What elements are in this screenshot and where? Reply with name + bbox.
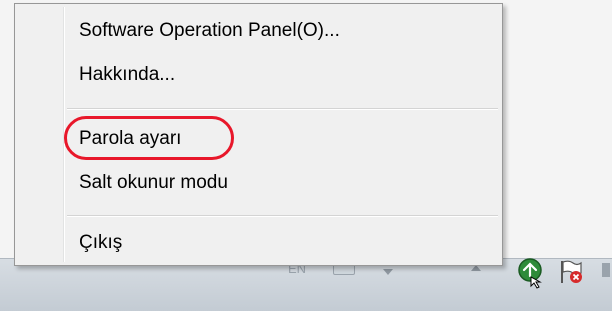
scanner-tray-icon[interactable] xyxy=(513,255,547,289)
menu-item-password-setting[interactable]: Parola ayarı xyxy=(18,119,499,159)
menu-item-label: Hakkında... xyxy=(79,64,176,85)
menu-item-label: Software Operation Panel(O)... xyxy=(79,20,340,41)
partial-tray-icon[interactable] xyxy=(600,259,612,285)
menu-separator xyxy=(67,215,498,217)
menu-item-software-operation-panel[interactable]: Software Operation Panel(O)... xyxy=(18,11,499,51)
menu-item-about[interactable]: Hakkında... xyxy=(18,55,499,95)
chevron-down-icon[interactable] xyxy=(383,269,393,275)
menu-item-label: Parola ayarı xyxy=(79,128,182,149)
context-menu: Software Operation Panel(O)... Hakkında.… xyxy=(14,3,503,266)
action-center-flag-icon[interactable] xyxy=(556,257,586,287)
menu-item-label: Salt okunur modu xyxy=(79,172,228,193)
menu-separator xyxy=(67,108,498,110)
screen: EN Software Operation Panel(O)... Hakkın… xyxy=(0,0,612,311)
menu-item-exit[interactable]: Çıkış xyxy=(18,223,499,263)
menu-item-label: Çıkış xyxy=(79,232,123,253)
menu-item-read-only-mode[interactable]: Salt okunur modu xyxy=(18,163,499,203)
